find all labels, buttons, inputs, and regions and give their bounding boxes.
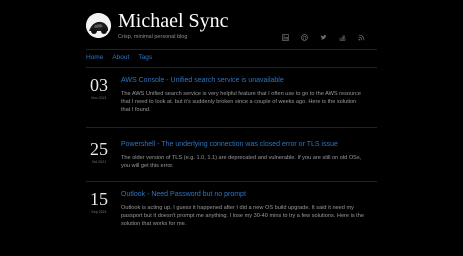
- post-title-link[interactable]: Outlook - Need Password but no prompt: [121, 190, 246, 200]
- linkedin-icon[interactable]: [281, 33, 289, 41]
- post-divider: [86, 181, 377, 182]
- post-title-link[interactable]: Powershell - The underlying connection w…: [121, 140, 338, 150]
- nav-divider: [86, 67, 377, 68]
- nav-home[interactable]: Home: [86, 53, 103, 65]
- header-divider: [86, 49, 377, 50]
- post-month: Nov 2021: [91, 96, 107, 100]
- post-month: Oct 2021: [91, 160, 107, 164]
- post-excerpt: The AWS Unified search service is very h…: [121, 91, 361, 114]
- page: Michael Sync Crisp, minimal personal blo…: [0, 0, 463, 256]
- post-excerpt: Outlook is acting up. I guess it happene…: [121, 205, 364, 228]
- main-nav: Home About Tags: [86, 53, 161, 65]
- nav-about[interactable]: About: [112, 53, 129, 65]
- site-header: Michael Sync Crisp, minimal personal blo…: [0, 0, 463, 46]
- post-day: 15: [90, 189, 108, 209]
- post-day: 25: [90, 139, 108, 159]
- twitter-icon[interactable]: [319, 33, 327, 41]
- post-excerpt: The older version of TLS (e.g. 1.0, 1.1)…: [121, 155, 362, 170]
- post-divider: [86, 127, 377, 128]
- nav-tags[interactable]: Tags: [138, 53, 152, 65]
- post-title-link[interactable]: AWS Console - Unified search service is …: [121, 76, 284, 86]
- post-day: 03: [90, 75, 108, 95]
- site-title[interactable]: Michael Sync: [118, 10, 229, 32]
- rss-icon[interactable]: [357, 33, 365, 41]
- avatar[interactable]: [86, 13, 111, 38]
- github-icon[interactable]: [300, 33, 308, 41]
- site-tagline: Crisp, minimal personal blog: [118, 34, 188, 40]
- stackoverflow-icon[interactable]: [338, 33, 346, 41]
- post-month: Sep 2021: [91, 210, 107, 214]
